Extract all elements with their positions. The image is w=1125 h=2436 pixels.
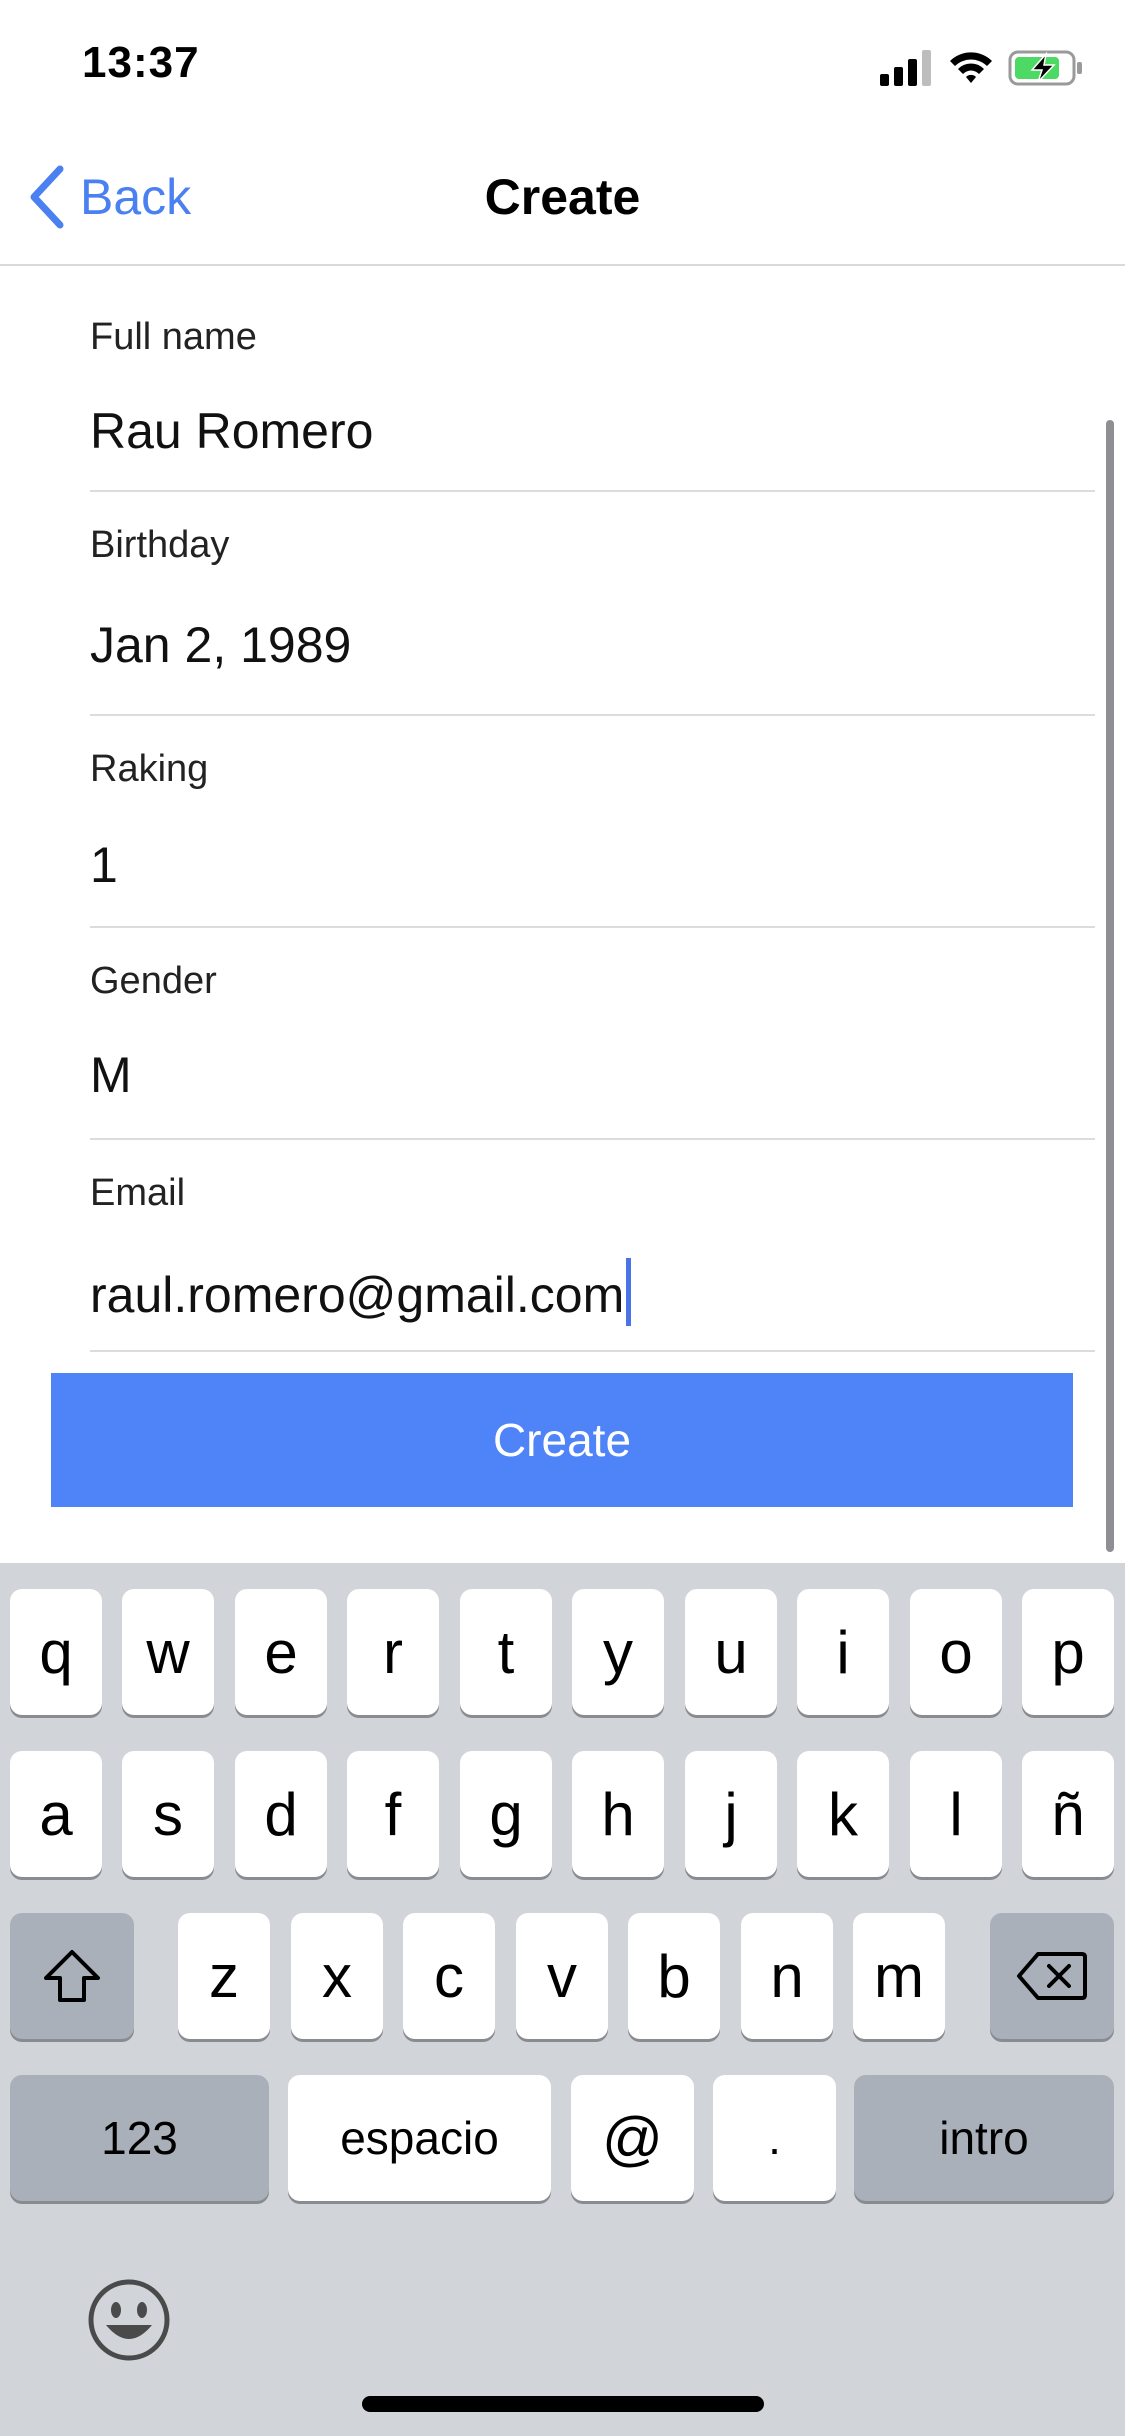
navigation-bar: Back Create: [0, 132, 1125, 266]
return-key[interactable]: intro: [854, 2075, 1114, 2201]
gender-input[interactable]: M: [90, 1046, 132, 1104]
key-v[interactable]: v: [516, 1913, 608, 2039]
key-s[interactable]: s: [122, 1751, 214, 1877]
status-time: 13:37: [82, 38, 200, 87]
shift-icon: [44, 1950, 100, 2002]
at-key[interactable]: @: [571, 2075, 694, 2201]
key-r[interactable]: r: [347, 1589, 439, 1715]
battery-charging-icon: [1008, 50, 1082, 86]
key-n-tilde[interactable]: ñ: [1022, 1751, 1114, 1877]
ranking-label: Raking: [90, 748, 209, 790]
page-title: Create: [484, 169, 641, 225]
key-o[interactable]: o: [910, 1589, 1002, 1715]
key-k[interactable]: k: [797, 1751, 889, 1877]
cellular-signal-icon: [880, 50, 931, 86]
key-x[interactable]: x: [291, 1913, 383, 2039]
key-l[interactable]: l: [910, 1751, 1002, 1877]
key-u[interactable]: u: [685, 1589, 777, 1715]
key-c[interactable]: c: [403, 1913, 495, 2039]
delete-icon: [1017, 1952, 1087, 2000]
ranking-input[interactable]: 1: [90, 836, 118, 894]
key-i[interactable]: i: [797, 1589, 889, 1715]
home-indicator[interactable]: [362, 2396, 764, 2412]
status-bar: 13:37: [0, 0, 1125, 132]
email-value: raul.romero@gmail.com: [90, 1267, 625, 1323]
birthday-input[interactable]: Jan 2, 1989: [90, 616, 351, 674]
key-p[interactable]: p: [1022, 1589, 1114, 1715]
key-n[interactable]: n: [741, 1913, 833, 2039]
text-cursor: [626, 1258, 632, 1326]
full-name-field[interactable]: Full name Rau Romero: [90, 266, 1095, 492]
email-field[interactable]: Email raul.romero@gmail.com: [90, 1140, 1095, 1352]
key-f[interactable]: f: [347, 1751, 439, 1877]
scroll-indicator[interactable]: [1106, 420, 1114, 1552]
key-a[interactable]: a: [10, 1751, 102, 1877]
birthday-label: Birthday: [90, 524, 230, 566]
wifi-icon: [950, 52, 992, 83]
key-t[interactable]: t: [460, 1589, 552, 1715]
shift-key[interactable]: [10, 1913, 134, 2039]
full-name-label: Full name: [90, 316, 257, 358]
keyboard: q w e r t y u i o p a s d f g h j k l ñ …: [0, 1563, 1125, 2436]
key-d[interactable]: d: [235, 1751, 327, 1877]
delete-key[interactable]: [990, 1913, 1114, 2039]
key-h[interactable]: h: [572, 1751, 664, 1877]
key-e[interactable]: e: [235, 1589, 327, 1715]
key-w[interactable]: w: [122, 1589, 214, 1715]
key-y[interactable]: y: [572, 1589, 664, 1715]
full-name-input[interactable]: Rau Romero: [90, 402, 373, 460]
email-input[interactable]: raul.romero@gmail.com: [90, 1258, 632, 1326]
key-j[interactable]: j: [685, 1751, 777, 1877]
key-z[interactable]: z: [178, 1913, 270, 2039]
email-label: Email: [90, 1172, 186, 1214]
ranking-field[interactable]: Raking 1: [90, 716, 1095, 928]
emoji-icon[interactable]: [86, 2277, 172, 2363]
key-g[interactable]: g: [460, 1751, 552, 1877]
gender-field[interactable]: Gender M: [90, 928, 1095, 1140]
key-b[interactable]: b: [628, 1913, 720, 2039]
space-key[interactable]: espacio: [288, 2075, 551, 2201]
key-q[interactable]: q: [10, 1589, 102, 1715]
gender-label: Gender: [90, 960, 217, 1002]
key-m[interactable]: m: [853, 1913, 945, 2039]
numbers-key[interactable]: 123: [10, 2075, 269, 2201]
dot-key[interactable]: .: [713, 2075, 836, 2201]
create-button[interactable]: Create: [51, 1373, 1073, 1507]
birthday-field[interactable]: Birthday Jan 2, 1989: [90, 492, 1095, 716]
